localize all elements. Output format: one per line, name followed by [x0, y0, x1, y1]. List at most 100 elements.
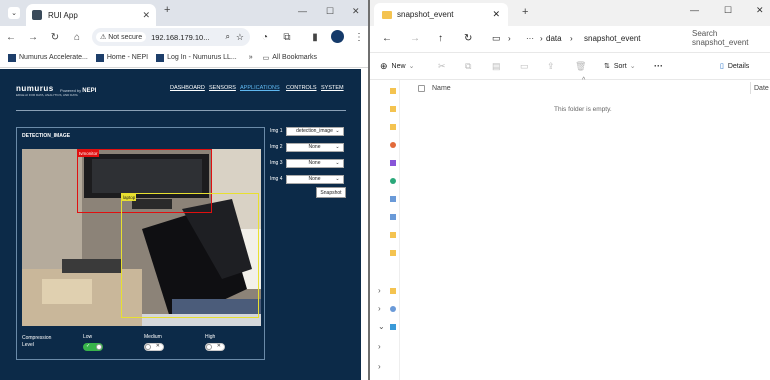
chevron-right-icon[interactable]: ›: [378, 286, 381, 295]
not-secure-badge[interactable]: ⚠ Not secure: [96, 32, 147, 42]
up-arrow-icon[interactable]: ↑: [438, 33, 443, 44]
img4-select[interactable]: None ⌄: [285, 174, 344, 184]
history-icon[interactable]: ◔: [254, 32, 276, 43]
header-divider: [16, 110, 346, 111]
tab-rui-app[interactable]: RUI App ✕: [26, 4, 156, 26]
explorer-search-input[interactable]: Search snapshot_event: [692, 29, 770, 47]
extensions-icon[interactable]: ⧉: [276, 32, 298, 43]
close-window-icon[interactable]: ✕: [756, 5, 764, 16]
maximize-icon[interactable]: ☐: [326, 6, 334, 17]
img3-select-row: Img 3 None ⌄: [270, 158, 344, 168]
close-tab-icon[interactable]: ✕: [492, 9, 500, 20]
chevron-right-icon[interactable]: ›: [378, 304, 381, 313]
cut-icon[interactable]: ✂: [438, 61, 446, 72]
img1-select[interactable]: detection_image ⌄: [285, 126, 344, 136]
menu-kebab-icon[interactable]: ⋮: [348, 32, 368, 43]
back-arrow-icon[interactable]: ←: [382, 33, 392, 44]
share-icon[interactable]: ⇪: [547, 61, 555, 72]
sort-button[interactable]: ⇅ Sort ⌄: [604, 62, 636, 71]
low-toggle[interactable]: ✓: [83, 343, 103, 351]
folder-icon[interactable]: [390, 106, 396, 112]
folder-icon[interactable]: [390, 160, 396, 166]
chevron-right-icon[interactable]: ›: [378, 362, 381, 371]
explorer-tab-title: snapshot_event: [397, 10, 454, 19]
zoom-icon[interactable]: ⌕: [225, 32, 229, 42]
img3-select[interactable]: None ⌄: [285, 158, 344, 168]
bookmark-label: Numurus Accelerate...: [19, 54, 88, 61]
close-tab-icon[interactable]: ✕: [142, 10, 150, 21]
breadcrumb-more-icon[interactable]: ···: [526, 34, 534, 43]
high-toggle[interactable]: ✕: [205, 343, 225, 351]
page-scrollbar[interactable]: [361, 69, 368, 380]
minimize-icon[interactable]: —: [298, 6, 307, 16]
folder-icon[interactable]: [390, 196, 396, 202]
back-arrow-icon[interactable]: ←: [0, 32, 22, 43]
bookmark-item[interactable]: Log In - Numurus LL...: [156, 53, 237, 62]
img1-label: Img 1: [270, 128, 283, 134]
column-header-name[interactable]: Name: [432, 85, 451, 92]
folder-icon[interactable]: [390, 250, 396, 256]
new-tab-button[interactable]: +: [164, 4, 170, 16]
new-tab-button[interactable]: +: [522, 6, 528, 18]
profile-avatar[interactable]: [331, 30, 344, 43]
breadcrumb-chevron-icon: ›: [540, 33, 543, 43]
more-options-button[interactable]: ···: [654, 61, 663, 71]
nepi-favicon-icon: [95, 53, 104, 62]
minimize-icon[interactable]: —: [690, 5, 699, 15]
folder-icon[interactable]: [390, 214, 396, 220]
breadcrumb-snapshot-event[interactable]: snapshot_event: [584, 34, 641, 43]
img1-select-row: Img 1 detection_image ⌄: [270, 126, 344, 136]
maximize-icon[interactable]: ☐: [724, 5, 732, 16]
close-window-icon[interactable]: ✕: [352, 6, 360, 17]
menu-applications[interactable]: APPLICATIONS: [240, 85, 280, 91]
folder-icon[interactable]: [390, 142, 396, 148]
details-button[interactable]: ▯ Details: [720, 62, 749, 71]
menu-sensors[interactable]: SENSORS: [209, 85, 236, 91]
bookmarks-overflow-button[interactable]: »: [249, 54, 253, 61]
chevron-down-icon[interactable]: ⌄: [378, 322, 385, 331]
img2-select[interactable]: None ⌄: [285, 142, 344, 152]
folder-icon[interactable]: [390, 124, 396, 130]
medium-toggle[interactable]: ✕: [144, 343, 164, 351]
cloud-icon[interactable]: [390, 306, 396, 312]
breadcrumb-data[interactable]: data: [546, 34, 562, 43]
delete-icon[interactable]: 🗑: [575, 61, 586, 72]
bookmark-item[interactable]: Numurus Accelerate...: [8, 53, 88, 62]
snapshot-button[interactable]: Snapshot: [316, 187, 346, 198]
detection-label-laptop: laptop: [122, 194, 137, 201]
bookmark-item[interactable]: Home - NEPI: [95, 53, 148, 62]
this-pc-icon[interactable]: ▭: [492, 33, 501, 44]
explorer-titlebar: snapshot_event ✕ + — ☐ ✕: [370, 0, 770, 26]
reload-icon[interactable]: ↻: [44, 32, 66, 43]
chevron-right-icon[interactable]: ›: [378, 342, 381, 351]
forward-arrow-icon[interactable]: →: [410, 33, 420, 44]
tab-search-icon[interactable]: ⌄: [8, 7, 20, 19]
menu-system[interactable]: SYSTEM: [321, 85, 344, 91]
numurus-favicon-icon: [156, 53, 165, 62]
folder-icon[interactable]: [390, 232, 396, 238]
paste-icon[interactable]: ▤: [492, 61, 501, 72]
toggle-knob: [96, 344, 102, 350]
forward-arrow-icon[interactable]: →: [22, 32, 44, 43]
refresh-icon[interactable]: ↻: [464, 33, 472, 44]
explorer-tab[interactable]: snapshot_event ✕: [374, 3, 508, 26]
folder-icon[interactable]: [390, 178, 396, 184]
chrome-window: ⌄ RUI App ✕ + — ☐ ✕ ← → ↻ ⌂ ⚠ Not secure…: [0, 0, 368, 380]
all-bookmarks-button[interactable]: ▭ All Bookmarks: [263, 54, 317, 62]
side-panel-icon[interactable]: ▮: [304, 32, 326, 43]
select-all-checkbox[interactable]: [418, 85, 425, 92]
pc-icon[interactable]: [390, 324, 396, 330]
menu-controls[interactable]: CONTROLS: [286, 85, 317, 91]
column-divider[interactable]: [750, 82, 751, 94]
rename-icon[interactable]: ▭: [520, 61, 529, 72]
folder-icon[interactable]: [390, 288, 396, 294]
new-button[interactable]: ⊕ New ⌄: [380, 61, 414, 72]
home-icon[interactable]: ⌂: [66, 32, 88, 43]
address-bar[interactable]: ⚠ Not secure 192.168.179.10... ⌕ ☆: [92, 28, 250, 46]
folder-icon[interactable]: [390, 88, 396, 94]
menu-dashboard[interactable]: DASHBOARD: [170, 85, 205, 91]
copy-icon[interactable]: ⧉: [465, 61, 471, 72]
breadcrumb-chevron-icon[interactable]: ›: [508, 34, 511, 43]
column-header-date[interactable]: Date: [754, 85, 769, 92]
bookmark-star-icon[interactable]: ☆: [236, 32, 244, 43]
